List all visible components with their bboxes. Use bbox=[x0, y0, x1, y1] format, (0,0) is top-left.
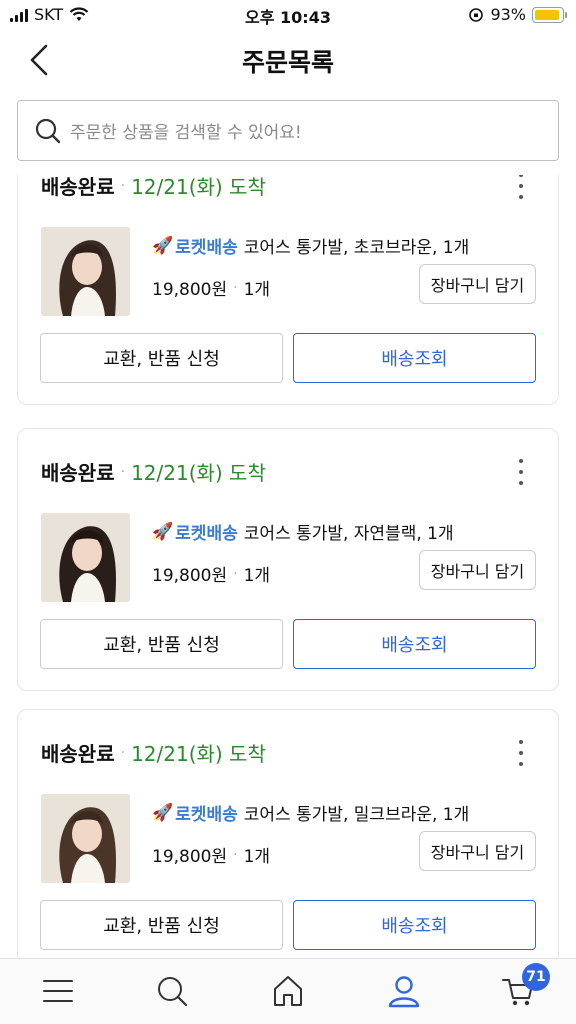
product-thumbnail[interactable] bbox=[41, 794, 130, 883]
price: 19,800원 bbox=[152, 280, 228, 300]
status-right: 93% bbox=[468, 5, 567, 24]
track-delivery-button[interactable]: 배송조회 bbox=[293, 619, 536, 669]
nav-cart[interactable]: 71 bbox=[498, 963, 550, 1011]
price: 19,800원 bbox=[152, 847, 228, 867]
more-options-icon[interactable] bbox=[516, 175, 526, 199]
status-bar: SKT 오후 10:43 93% bbox=[0, 0, 576, 30]
battery-level bbox=[535, 9, 560, 20]
add-to-cart-button[interactable]: 장바구니 담기 bbox=[419, 264, 536, 304]
arrival-date: 12/21(화) 도착 bbox=[131, 175, 266, 199]
wig-image bbox=[41, 513, 130, 602]
track-delivery-button[interactable]: 배송조회 bbox=[293, 900, 536, 950]
nav-home[interactable] bbox=[268, 971, 308, 1011]
wig-image bbox=[41, 227, 130, 316]
delivery-status: 배송완료 bbox=[41, 742, 115, 766]
order-card: 배송완료 · 12/21(화) 도착 🚀 로켓배송 코어스 통가발, 밀크브라운… bbox=[17, 709, 559, 958]
product-thumbnail[interactable] bbox=[41, 227, 130, 316]
search-icon bbox=[35, 118, 61, 143]
price-line: 19,800원 · 1개 bbox=[152, 561, 271, 587]
add-to-cart-button[interactable]: 장바구니 담기 bbox=[419, 550, 536, 590]
arrival-date: 12/21(화) 도착 bbox=[131, 461, 266, 485]
nav-search[interactable] bbox=[152, 971, 192, 1011]
page-title: 주문목록 bbox=[241, 48, 334, 77]
home-icon bbox=[274, 976, 302, 1006]
battery-percent: 93% bbox=[490, 5, 526, 24]
price-line: 19,800원 · 1개 bbox=[152, 275, 271, 301]
separator-dot: · bbox=[120, 463, 126, 480]
user-icon bbox=[388, 976, 420, 1008]
price: 19,800원 bbox=[152, 566, 228, 586]
nav-my-account[interactable] bbox=[384, 971, 424, 1011]
separator-dot: · bbox=[233, 279, 238, 296]
exchange-return-button[interactable]: 교환, 반품 신청 bbox=[40, 900, 283, 950]
search-placeholder: 주문한 상품을 검색할 수 있어요! bbox=[70, 123, 302, 143]
battery-icon bbox=[532, 6, 567, 23]
order-header: 배송완료 · 12/21(화) 도착 bbox=[41, 175, 266, 200]
more-options-icon[interactable] bbox=[516, 740, 526, 766]
bottom-nav: 71 bbox=[0, 958, 576, 1024]
product-thumbnail[interactable] bbox=[41, 513, 130, 602]
order-card: 배송완료 · 12/21(화) 도착 🚀 로켓배송 코어스 통가발, 자연블랙,… bbox=[17, 428, 559, 691]
product-name[interactable]: 🚀 로켓배송 코어스 통가발, 자연블랙, 1개 bbox=[152, 519, 454, 545]
product-title: 코어스 통가발, 밀크브라운, 1개 bbox=[243, 805, 470, 825]
rocket-delivery-label: 로켓배송 bbox=[175, 524, 238, 544]
separator-dot: · bbox=[120, 177, 126, 194]
rocket-icon: 🚀 bbox=[152, 802, 174, 823]
exchange-return-button[interactable]: 교환, 반품 신청 bbox=[40, 619, 283, 669]
product-name[interactable]: 🚀 로켓배송 코어스 통가발, 밀크브라운, 1개 bbox=[152, 800, 470, 826]
add-to-cart-button[interactable]: 장바구니 담기 bbox=[419, 831, 536, 871]
product-name[interactable]: 🚀 로켓배송 코어스 통가발, 초코브라운, 1개 bbox=[152, 233, 470, 259]
arrival-date: 12/21(화) 도착 bbox=[131, 742, 266, 766]
menu-icon bbox=[43, 980, 73, 1002]
search-icon bbox=[158, 977, 188, 1007]
product-title: 코어스 통가발, 자연블랙, 1개 bbox=[243, 524, 454, 544]
price-line: 19,800원 · 1개 bbox=[152, 842, 271, 868]
track-delivery-button[interactable]: 배송조회 bbox=[293, 333, 536, 383]
search-input[interactable]: 주문한 상품을 검색할 수 있어요! bbox=[17, 100, 559, 161]
cart-count-badge: 71 bbox=[522, 963, 550, 991]
separator-dot: · bbox=[233, 565, 238, 582]
rocket-delivery-label: 로켓배송 bbox=[175, 238, 238, 258]
wig-image bbox=[41, 794, 130, 883]
header: 주문목록 bbox=[0, 30, 576, 90]
rocket-delivery-label: 로켓배송 bbox=[175, 805, 238, 825]
separator-dot: · bbox=[120, 744, 126, 761]
delivery-status: 배송완료 bbox=[41, 461, 115, 485]
order-header: 배송완료 · 12/21(화) 도착 bbox=[41, 738, 266, 767]
delivery-status: 배송완료 bbox=[41, 175, 115, 199]
quantity: 1개 bbox=[243, 566, 271, 586]
order-card: 배송완료 · 12/21(화) 도착 🚀 로켓배송 코어스 통가발, 초코브라운… bbox=[17, 175, 559, 405]
nav-menu[interactable] bbox=[38, 971, 78, 1011]
rocket-icon: 🚀 bbox=[152, 521, 174, 542]
product-title: 코어스 통가발, 초코브라운, 1개 bbox=[243, 238, 470, 258]
order-list[interactable]: 배송완료 · 12/21(화) 도착 🚀 로켓배송 코어스 통가발, 초코브라운… bbox=[0, 175, 576, 958]
exchange-return-button[interactable]: 교환, 반품 신청 bbox=[40, 333, 283, 383]
more-options-icon[interactable] bbox=[516, 459, 526, 485]
rocket-icon: 🚀 bbox=[152, 235, 174, 256]
orientation-lock-icon bbox=[469, 7, 484, 22]
separator-dot: · bbox=[233, 846, 238, 863]
quantity: 1개 bbox=[243, 280, 271, 300]
order-header: 배송완료 · 12/21(화) 도착 bbox=[41, 457, 266, 486]
quantity: 1개 bbox=[243, 847, 271, 867]
